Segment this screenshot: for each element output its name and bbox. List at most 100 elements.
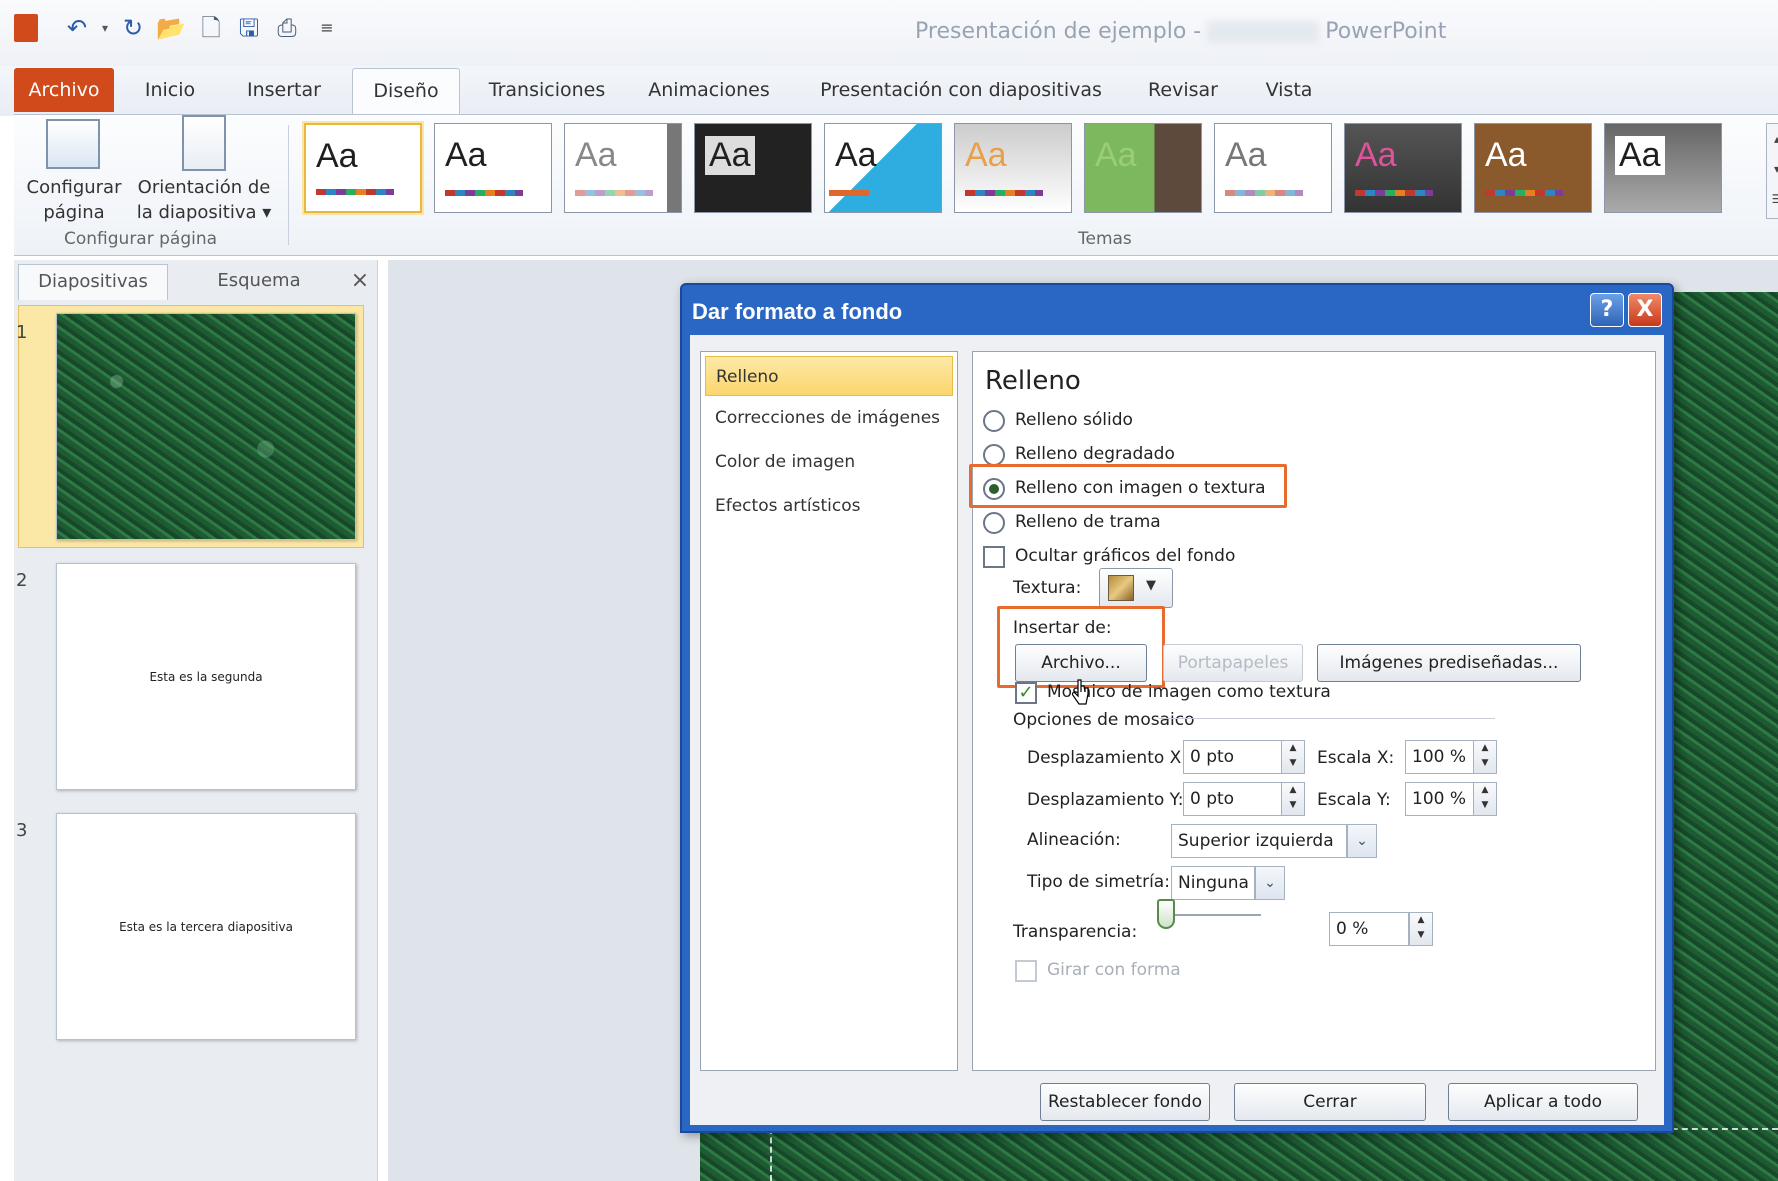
theme-6[interactable]: Aa: [954, 123, 1072, 213]
placeholder-border: [770, 1128, 772, 1181]
theme-5[interactable]: Aa: [824, 123, 942, 213]
theme-7[interactable]: Aa: [1084, 123, 1202, 213]
chevron-down-icon[interactable]: ⌄: [1255, 866, 1285, 900]
tab-transitions[interactable]: Transiciones: [482, 68, 612, 112]
slide-thumbnail-2[interactable]: Esta es la segunda: [56, 563, 356, 790]
page-setup-icon: [46, 119, 100, 169]
save-icon[interactable]: 🖫: [234, 13, 264, 43]
tab-outline[interactable]: Esquema: [174, 264, 344, 300]
reset-background-button[interactable]: Restablecer fondo: [1040, 1083, 1210, 1121]
slide-2-text: Esta es la segunda: [149, 669, 263, 684]
scale-y-field[interactable]: 100 %: [1405, 782, 1475, 816]
ribbon: Configurar página Orientación de la diap…: [14, 114, 1778, 256]
tab-slideshow[interactable]: Presentación con diapositivas: [816, 68, 1106, 112]
mirror-type-select[interactable]: Ninguna: [1171, 866, 1255, 900]
theme-glyph: Aa: [1225, 136, 1267, 174]
theme-gallery-scroll[interactable]: ▴ ▾ ☰: [1766, 123, 1778, 219]
close-dialog-button[interactable]: X: [1628, 293, 1662, 327]
page-setup-button[interactable]: Configurar página: [24, 175, 124, 225]
label-pattern-fill: Relleno de trama: [1015, 512, 1161, 532]
theme-2[interactable]: Aa: [434, 123, 552, 213]
radio-solid-fill[interactable]: [983, 410, 1005, 432]
label-offset-x: Desplazamiento X:: [1027, 748, 1188, 768]
theme-9[interactable]: Aa: [1344, 123, 1462, 213]
tab-file[interactable]: Archivo: [14, 68, 114, 112]
tab-view[interactable]: Vista: [1256, 68, 1322, 112]
customize-qat-icon[interactable]: ≡: [312, 13, 342, 43]
tab-insert[interactable]: Insertar: [236, 68, 332, 112]
slide-thumbnail-1[interactable]: [56, 313, 356, 540]
transparency-slider-track[interactable]: [1171, 914, 1261, 916]
checkbox-hide-graphics[interactable]: [983, 546, 1005, 568]
dialog-title: Dar formato a fondo: [692, 299, 903, 324]
checkbox-rotate-with-shape: [1015, 960, 1037, 982]
offset-x-spinner[interactable]: ▲ ▼: [1281, 740, 1305, 774]
theme-3[interactable]: Aa: [564, 123, 682, 213]
offset-y-spinner[interactable]: ▲ ▼: [1281, 782, 1305, 816]
radio-pattern-fill[interactable]: [983, 512, 1005, 534]
tab-animations[interactable]: Animaciones: [644, 68, 774, 112]
transparency-slider-thumb[interactable]: [1157, 899, 1175, 929]
chevron-down-icon[interactable]: ⌄: [1347, 824, 1377, 858]
redo-icon[interactable]: ↻: [118, 13, 148, 43]
alignment-select[interactable]: Superior izquierda: [1171, 824, 1347, 858]
file-button[interactable]: Archivo...: [1015, 644, 1147, 682]
tab-slides[interactable]: Diapositivas: [18, 264, 168, 300]
slide-orientation-button[interactable]: Orientación de la diapositiva ▾: [134, 175, 274, 225]
offset-x-field[interactable]: 0 pto: [1183, 740, 1283, 774]
label-tile-options: Opciones de mosaico: [1013, 710, 1195, 730]
nav-fill[interactable]: Relleno: [705, 356, 953, 396]
close-button[interactable]: Cerrar: [1234, 1083, 1426, 1121]
label-transparency: Transparencia:: [1013, 922, 1138, 942]
apply-to-all-button[interactable]: Aplicar a todo: [1448, 1083, 1638, 1121]
radio-gradient-fill[interactable]: [983, 444, 1005, 466]
theme-10[interactable]: Aa: [1474, 123, 1592, 213]
dialog-body: Relleno Correcciones de imágenes Color d…: [690, 335, 1664, 1125]
offset-y-field[interactable]: 0 pto: [1183, 782, 1283, 816]
transparency-spinner[interactable]: ▲ ▼: [1409, 912, 1433, 946]
clipart-button[interactable]: Imágenes prediseñadas...: [1317, 644, 1581, 682]
help-button[interactable]: ?: [1590, 293, 1624, 327]
open-folder-icon[interactable]: 📂: [156, 13, 186, 43]
checkbox-tile-texture[interactable]: ✓: [1015, 682, 1037, 704]
label-scale-x: Escala X:: [1317, 748, 1395, 768]
tab-home[interactable]: Inicio: [130, 68, 210, 112]
texture-picker[interactable]: ▼: [1099, 568, 1173, 608]
theme-glyph: Aa: [1485, 136, 1527, 174]
divider: [1159, 718, 1495, 719]
undo-dropdown-icon[interactable]: ▾: [90, 13, 120, 43]
tab-design[interactable]: Diseño: [352, 68, 460, 118]
theme-8[interactable]: Aa: [1214, 123, 1332, 213]
undo-icon[interactable]: ↶: [62, 13, 92, 43]
page-setup-label-line2: página: [43, 202, 105, 223]
highlight-box: [969, 464, 1287, 508]
nav-picture-color[interactable]: Color de imagen: [705, 442, 953, 482]
scale-x-field[interactable]: 100 %: [1405, 740, 1475, 774]
close-pane-icon[interactable]: ×: [346, 264, 374, 300]
new-document-icon[interactable]: 🗋: [196, 13, 226, 43]
slide-number: 2: [16, 570, 28, 591]
label-hide-graphics: Ocultar gráficos del fondo: [1015, 546, 1236, 566]
document-name: Presentación de ejemplo -: [915, 19, 1202, 44]
label-rotate-with-shape: Girar con forma: [1047, 960, 1181, 980]
print-icon[interactable]: ⎙: [272, 13, 302, 43]
label-texture: Textura:: [1013, 578, 1082, 598]
label-offset-y: Desplazamiento Y:: [1027, 790, 1184, 810]
scale-y-spinner[interactable]: ▲ ▼: [1473, 782, 1497, 816]
slide-thumbnail-3[interactable]: Esta es la tercera diapositiva: [56, 813, 356, 1040]
powerpoint-window: { "window": {"title_prefix": "Presentaci…: [0, 0, 1778, 1181]
scale-x-spinner[interactable]: ▲ ▼: [1473, 740, 1497, 774]
ribbon-tabs: Archivo Inicio Insertar Diseño Transicio…: [0, 66, 1778, 118]
nav-artistic-effects[interactable]: Efectos artísticos: [705, 486, 953, 526]
slide-orientation-icon: [182, 115, 226, 171]
transparency-field[interactable]: 0 %: [1329, 912, 1409, 946]
theme-office[interactable]: Aa: [304, 123, 422, 213]
tab-review[interactable]: Revisar: [1140, 68, 1226, 112]
nav-picture-corrections[interactable]: Correcciones de imágenes: [705, 398, 953, 438]
theme-glyph: Aa: [705, 136, 755, 175]
label-solid-fill: Relleno sólido: [1015, 410, 1133, 430]
theme-4[interactable]: Aa: [694, 123, 812, 213]
theme-glyph: Aa: [445, 136, 487, 174]
theme-11[interactable]: Aa: [1604, 123, 1722, 213]
powerpoint-logo-icon[interactable]: [14, 14, 38, 42]
